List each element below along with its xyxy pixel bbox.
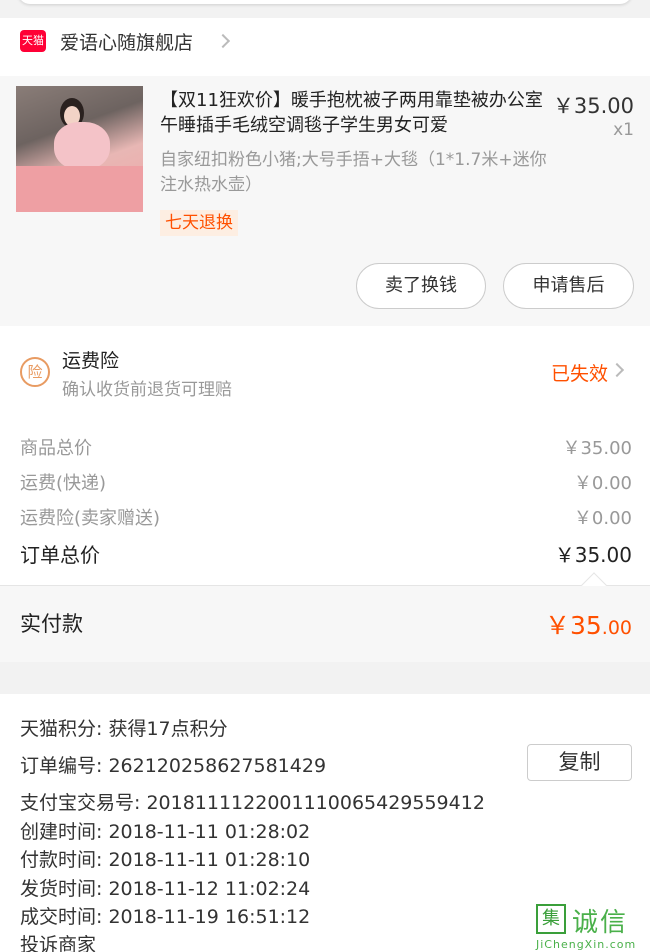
store-name: 爱语心随旗舰店 [60,32,194,54]
created-time-row: 创建时间: 2018-11-11 01:28:02 [20,821,311,843]
top-sheet-edge [18,0,632,4]
order-number-row: 订单编号: 262120258627581429 [20,755,327,777]
insurance-title: 运费险 [62,350,120,372]
summary-row: 商品总价 ￥35.00 [20,434,632,460]
shipping-insurance-row[interactable]: 险 运费险 确认收货前退货可理赔 已失效 [0,326,650,416]
after-sale-button[interactable]: 申请售后 [503,263,634,309]
product-spec: 自家纽扣粉色小猪;大号手捂+大毯（1*1.7米+迷你注水热水壶） [160,150,547,195]
tmall-logo-icon: 天猫 [20,30,46,52]
summary-value: ￥0.00 [573,473,632,494]
watermark-logo: 集 诚信 JiChengXin.com [536,904,648,952]
summary-label: 商品总价 [20,438,92,459]
product-card[interactable]: 【双11狂欢价】暖手抱枕被子两用靠垫被办公室午睡插手毛绒空调毯子学生男女可爱 ￥… [0,76,650,326]
insurance-icon: 险 [20,357,50,387]
shipped-time-row: 发货时间: 2018-11-12 11:02:24 [20,878,311,900]
product-price: ￥35.00 [552,94,634,118]
order-total-label: 订单总价 [20,543,100,567]
summary-label: 运费险(卖家赠送) [20,508,161,529]
product-quantity: x1 [613,120,634,140]
paid-time-row: 付款时间: 2018-11-11 01:28:10 [20,849,311,871]
insurance-subtitle: 确认收货前退货可理赔 [62,380,232,400]
chevron-right-icon [215,33,231,49]
points-row: 天猫积分: 获得17点积分 [20,718,228,740]
chevron-right-icon [609,362,625,378]
product-image[interactable] [16,86,143,212]
alipay-trade-row: 支付宝交易号: 2018111122001110065429559412 [20,792,485,814]
price-summary: 商品总价 ￥35.00 运费(快递) ￥0.00 运费险(卖家赠送) ￥0.00… [0,416,650,586]
amount-paid-row: 实付款 ￥35.00 [0,586,650,662]
summary-value: ￥35.00 [562,438,632,459]
order-total-value: ￥35.00 [554,543,632,567]
return-policy-badge: 七天退换 [160,210,238,236]
summary-row: 运费险(卖家赠送) ￥0.00 [20,504,632,530]
sell-button[interactable]: 卖了换钱 [356,263,486,309]
summary-value: ￥0.00 [573,508,632,529]
amount-paid-value: ￥35.00 [544,611,632,640]
amount-paid-label: 实付款 [20,612,83,636]
insurance-status: 已失效 [550,363,608,385]
summary-label: 运费(快递) [20,473,107,494]
complaint-link[interactable]: 投诉商家 [20,930,96,952]
completed-time-row: 成交时间: 2018-11-19 16:51:12 [20,906,311,928]
copy-button[interactable]: 复制 [527,744,632,781]
order-total-row: 订单总价 ￥35.00 [20,539,632,568]
store-header[interactable]: 天猫 爱语心随旗舰店 [0,18,650,76]
summary-row: 运费(快递) ￥0.00 [20,469,632,495]
top-bar [0,0,650,18]
product-title[interactable]: 【双11狂欢价】暖手抱枕被子两用靠垫被办公室午睡插手毛绒空调毯子学生男女可爱 [160,88,550,138]
